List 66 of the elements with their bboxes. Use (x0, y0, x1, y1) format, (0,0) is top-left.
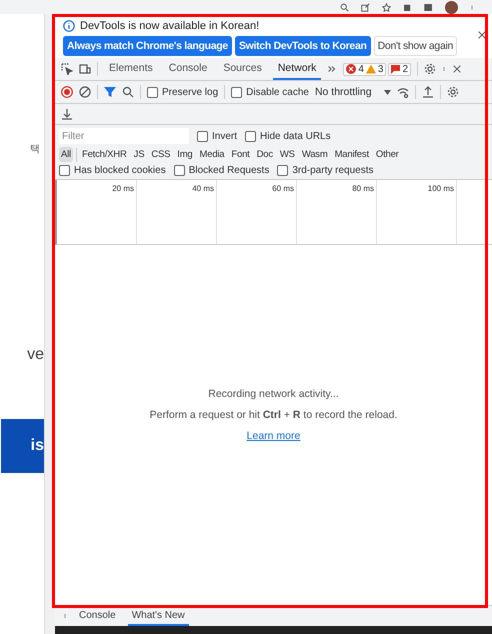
error-counter[interactable]: 4 3 (343, 62, 386, 76)
download-icon[interactable] (61, 108, 73, 120)
page-text: ve (27, 346, 44, 364)
filter-field[interactable]: Filter (59, 128, 189, 144)
checkbox-option[interactable]: Hide data URLs (245, 130, 331, 142)
clear-icon[interactable] (79, 86, 91, 98)
type-filter[interactable]: Manifest (332, 147, 371, 162)
throttling-select[interactable]: No throttling (314, 86, 391, 98)
checkbox-option[interactable]: Invert (197, 130, 238, 142)
window-icon[interactable] (424, 2, 433, 12)
checkbox-option[interactable]: Blocked Requests (174, 165, 270, 176)
record-icon[interactable] (61, 86, 73, 98)
search-icon[interactable] (122, 86, 134, 98)
type-filter[interactable]: CSS (149, 147, 172, 162)
star-icon[interactable] (382, 2, 391, 12)
close-icon[interactable] (452, 64, 462, 74)
time-tick: 80 ms (297, 180, 377, 244)
avatar-icon[interactable] (445, 0, 458, 14)
checkbox-option[interactable]: Has blocked cookies (59, 165, 166, 176)
search-icon[interactable] (340, 2, 349, 12)
type-filter[interactable]: Wasm (300, 147, 330, 162)
info-icon (63, 20, 75, 32)
page-button[interactable]: is (0, 419, 44, 473)
time-tick: 20 ms (57, 180, 137, 244)
type-filter[interactable]: Other (374, 147, 401, 162)
type-filter[interactable]: Doc (254, 147, 275, 162)
panel-tab[interactable]: Elements (104, 58, 158, 80)
upload-icon[interactable] (422, 86, 434, 98)
settings-icon[interactable] (446, 86, 459, 98)
notice-button[interactable]: Always match Chrome's language (63, 36, 232, 56)
page-text: 택 (30, 143, 40, 156)
notice-text: DevTools is now available in Korean! (80, 20, 260, 32)
inspect-icon[interactable] (61, 63, 73, 75)
panel-tab[interactable]: Console (164, 58, 212, 80)
chevrons-icon[interactable] (327, 64, 338, 74)
notice-button[interactable]: Switch DevTools to Korean (234, 36, 371, 56)
status-text: Recording network activity... (208, 388, 339, 400)
device-icon[interactable] (79, 63, 91, 75)
issue-counter[interactable]: 2 (388, 62, 412, 76)
time-tick: 60 ms (217, 180, 297, 244)
notice-button[interactable]: Don't show again (374, 36, 458, 56)
wifi-icon[interactable] (396, 86, 409, 98)
type-filter[interactable]: Media (198, 147, 226, 162)
type-filter[interactable]: WS (278, 147, 297, 162)
error-icon (346, 64, 356, 74)
caret-icon (384, 90, 391, 94)
filter-icon[interactable] (104, 86, 116, 98)
time-tick: 40 ms (137, 180, 217, 244)
type-filter[interactable]: Img (175, 147, 195, 162)
type-filter[interactable]: JS (132, 147, 146, 162)
share-icon[interactable] (361, 2, 370, 12)
checkbox-option[interactable]: 3rd-party requests (277, 165, 374, 176)
checkbox-option[interactable]: Preserve log (147, 86, 218, 98)
type-filter[interactable]: Font (229, 147, 252, 162)
type-filter[interactable]: Fetch/XHR (80, 147, 129, 162)
close-icon[interactable] (477, 30, 487, 40)
type-filter[interactable]: All (59, 147, 73, 162)
warning-icon (366, 64, 376, 74)
hint-text: Perform a request or hit Ctrl + R to record the reload. (150, 409, 398, 421)
checkbox-option[interactable]: Disable cache (231, 86, 309, 98)
time-tick: 100 ms (377, 180, 457, 244)
settings-icon[interactable] (424, 63, 436, 75)
issue-icon (391, 64, 400, 74)
learn-more-link[interactable]: Learn more (246, 430, 300, 442)
drawer-tab[interactable]: Console (75, 606, 120, 626)
panel-tab[interactable]: Sources (218, 58, 267, 80)
